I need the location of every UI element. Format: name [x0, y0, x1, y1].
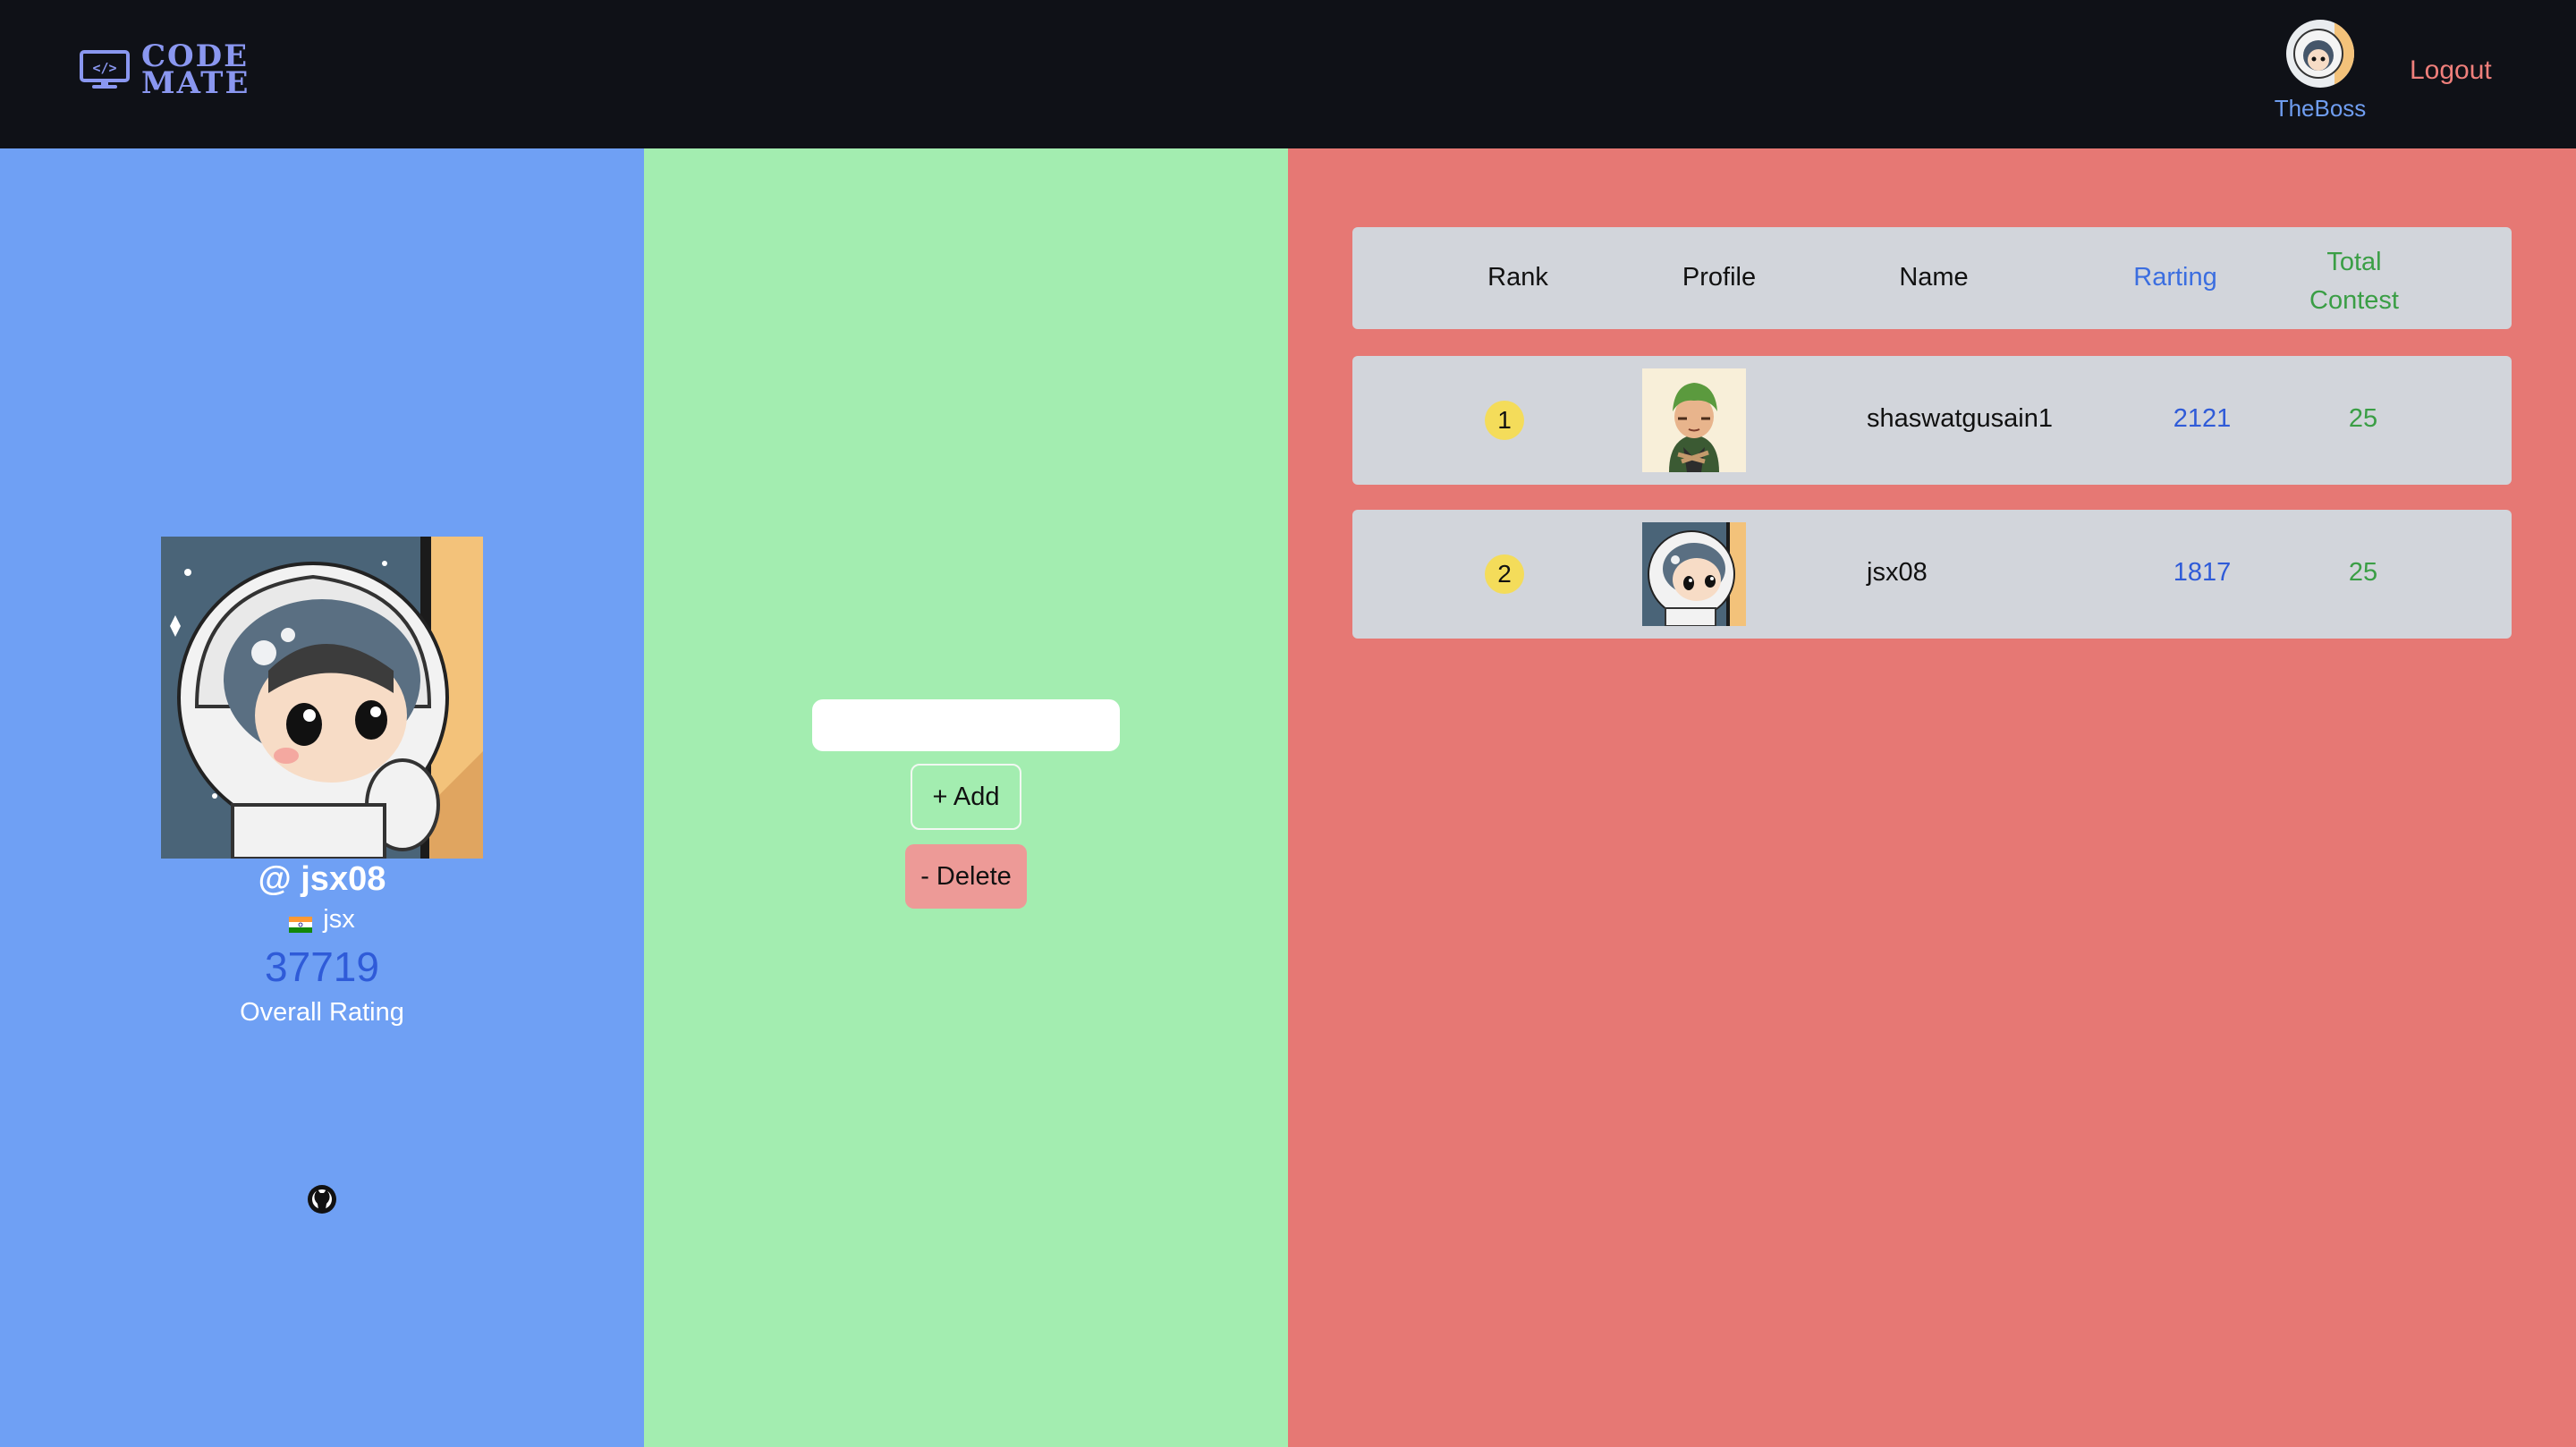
- svg-text:</>: </>: [92, 60, 116, 76]
- profile-avatar: [161, 537, 483, 859]
- row-rating: 1817: [2173, 558, 2232, 587]
- profile-panel: @ jsx08 jsx 37719 Overall Rating: [0, 148, 644, 1447]
- leaderboard-row[interactable]: 1 shaswatgusain1 2121 25: [1352, 356, 2512, 485]
- leaderboard-row[interactable]: 2 jsx08 1817 25: [1352, 510, 2512, 639]
- logo-text: CODE MATE: [141, 41, 250, 98]
- profile-display-name: jsx: [323, 905, 355, 934]
- logo-line-2: MATE: [141, 65, 250, 101]
- header-name: Name: [1899, 263, 1969, 292]
- leaderboard-panel: Rank Profile Name Rarting Total Contest …: [1288, 148, 2576, 1447]
- row-rating: 2121: [2173, 404, 2232, 433]
- header-contest-line-1: Total: [2326, 248, 2382, 276]
- user-avatar[interactable]: [2286, 20, 2354, 88]
- overall-rating-value: 37719: [265, 944, 379, 990]
- leaderboard-header: Rank Profile Name Rarting Total Contest: [1352, 227, 2512, 329]
- header-total-contest: Total Contest: [2283, 243, 2426, 320]
- header-contest-line-2: Contest: [2309, 286, 2399, 315]
- username-label[interactable]: TheBoss: [2270, 95, 2370, 123]
- green-hair-character-avatar: [1642, 368, 1746, 472]
- rank-badge: 1: [1485, 401, 1524, 440]
- manage-friends-panel: + Add - Delete: [644, 148, 1288, 1447]
- row-name: shaswatgusain1: [1867, 404, 2053, 433]
- navbar: </> CODE MATE TheBoss Logout: [0, 0, 2576, 148]
- rank-badge: 2: [1485, 554, 1524, 594]
- header-rating: Rarting: [2133, 263, 2217, 292]
- india-flag-icon: [289, 910, 313, 934]
- username-input[interactable]: [812, 699, 1120, 751]
- profile-country: jsx: [0, 905, 644, 935]
- header-rank: Rank: [1487, 263, 1548, 292]
- row-name: jsx08: [1867, 558, 1928, 587]
- github-icon[interactable]: [307, 1184, 337, 1214]
- user-menu[interactable]: TheBoss: [2270, 20, 2370, 123]
- profile-handle: @ jsx08: [258, 860, 386, 898]
- app-logo[interactable]: </> CODE MATE: [79, 41, 250, 98]
- row-contest-count: 25: [2348, 558, 2378, 587]
- overall-rating-label: Overall Rating: [240, 998, 404, 1027]
- delete-button[interactable]: - Delete: [905, 844, 1027, 909]
- monitor-code-icon: </>: [79, 49, 131, 90]
- header-profile: Profile: [1682, 263, 1757, 292]
- row-contest-count: 25: [2348, 404, 2378, 433]
- logout-link[interactable]: Logout: [2410, 55, 2492, 86]
- add-button[interactable]: + Add: [911, 764, 1021, 830]
- astronaut-avatar: [1642, 522, 1746, 626]
